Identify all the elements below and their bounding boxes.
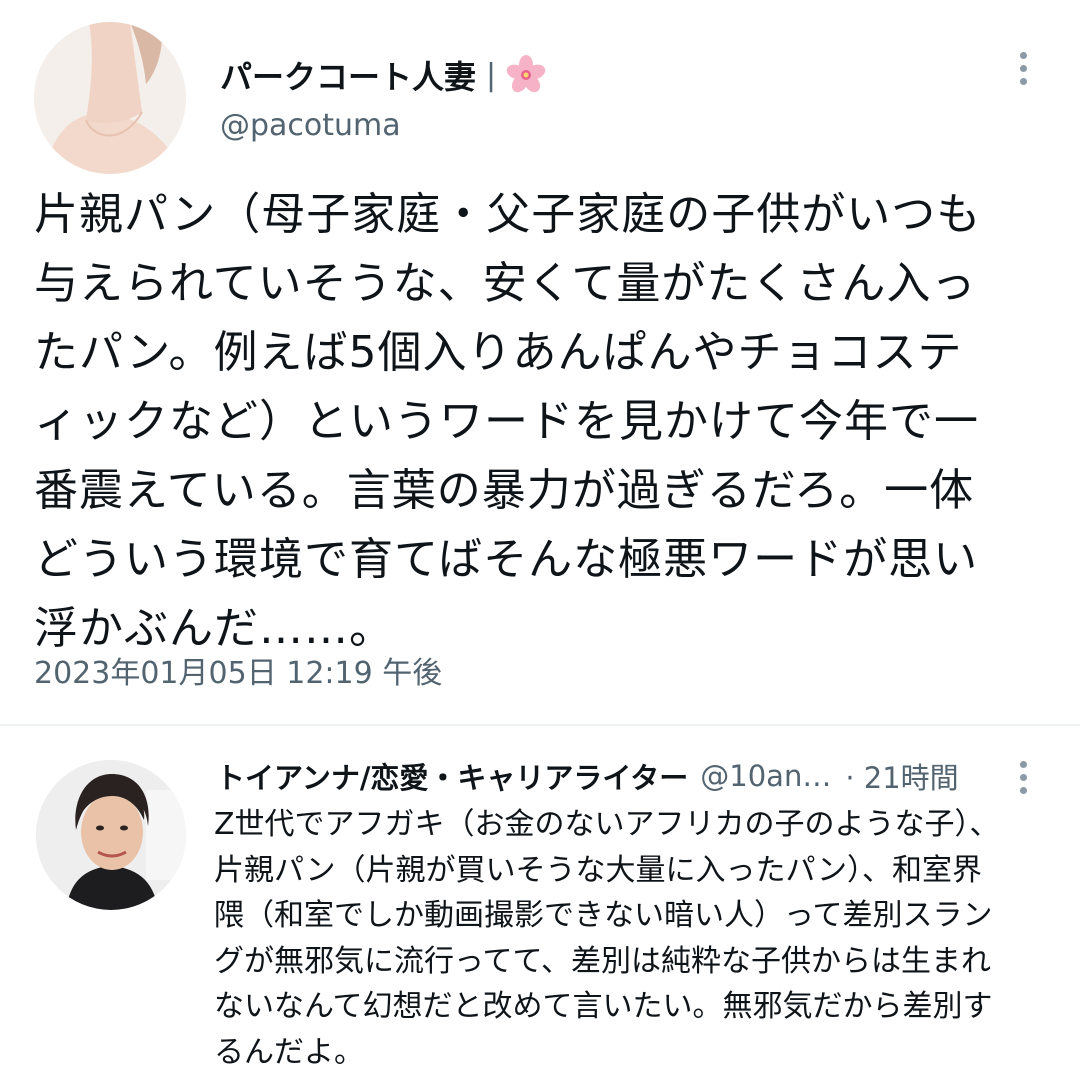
reply-text-line: 隈（和室でしか動画撮影できない暗い人）って差別スラン [214,898,993,933]
reply-text: Z世代でアフガキ（お金のないアフリカの子のような子）、 片親パン（片親が買いそう… [214,802,1064,1075]
more-vertical-icon[interactable] [1011,752,1035,802]
author-display-name[interactable]: パークコート人妻 [220,52,476,98]
more-vertical-icon[interactable] [1011,43,1035,93]
reply-author-handle[interactable]: @10an… [700,759,831,793]
tweet-text-line: 与えられていそうな、安くて量がたくさん入っ [34,258,977,309]
reply-author-display-name[interactable]: トイアンナ/恋愛・キャリアライター [216,755,688,797]
avatar-image [34,22,186,174]
tweet-text-line: ィックなど）というワードを見かけて今年で一 [34,396,979,447]
reply-text-line: るんだよ。 [214,1034,364,1070]
author-handle[interactable]: @pacotuma [220,108,401,143]
tweet-text-line: どういう環境で育てばそんな極悪ワードが思い [34,534,979,585]
tweet-text-line: 番震えている。言葉の暴力が過ぎるだろ。一体 [34,465,975,516]
name-separator: | [486,57,497,93]
reply-header[interactable]: トイアンナ/恋愛・キャリアライター @10an… · 21時間 [216,754,959,798]
reply-tweet[interactable]: トイアンナ/恋愛・キャリアライター @10an… · 21時間 Z世代でアフガキ… [0,726,1080,1076]
reply-text-line: Z世代でアフガキ（お金のないアフリカの子のような子）、 [214,807,1000,842]
author-name-row[interactable]: パークコート人妻 | [220,50,546,100]
avatar-image [36,760,186,910]
main-tweet: パークコート人妻 | @pacotuma 片親パン（母子家庭・父子家庭の子供がい… [0,0,1080,722]
reply-text-line: 片親パン（片親が買いそうな大量に入ったパン）、和室界 [214,852,982,888]
tweet-text-line: たパン。例えば5個入りあんぱんやチョコステ [34,327,963,378]
reply-text-line: グが無邪気に流行ってて、差別は純粋な子供からは生まれ [214,943,991,979]
tweet-text-line: 片親パン（母子家庭・父子家庭の子供がいつも [34,189,982,240]
avatar[interactable] [34,22,186,174]
tweet-timestamp[interactable]: 2023年01月05日 12:19 午後 [34,648,442,692]
reply-time[interactable]: · 21時間 [845,755,958,797]
cherry-blossom-icon [506,55,546,95]
reply-text-line: ないなんて幻想だと改めて言いたい。無邪気だから差別す [214,989,993,1024]
avatar[interactable] [36,760,186,910]
tweet-text: 片親パン（母子家庭・父子家庭の子供がいつも 与えられていそうな、安くて量がたくさ… [34,180,1054,663]
